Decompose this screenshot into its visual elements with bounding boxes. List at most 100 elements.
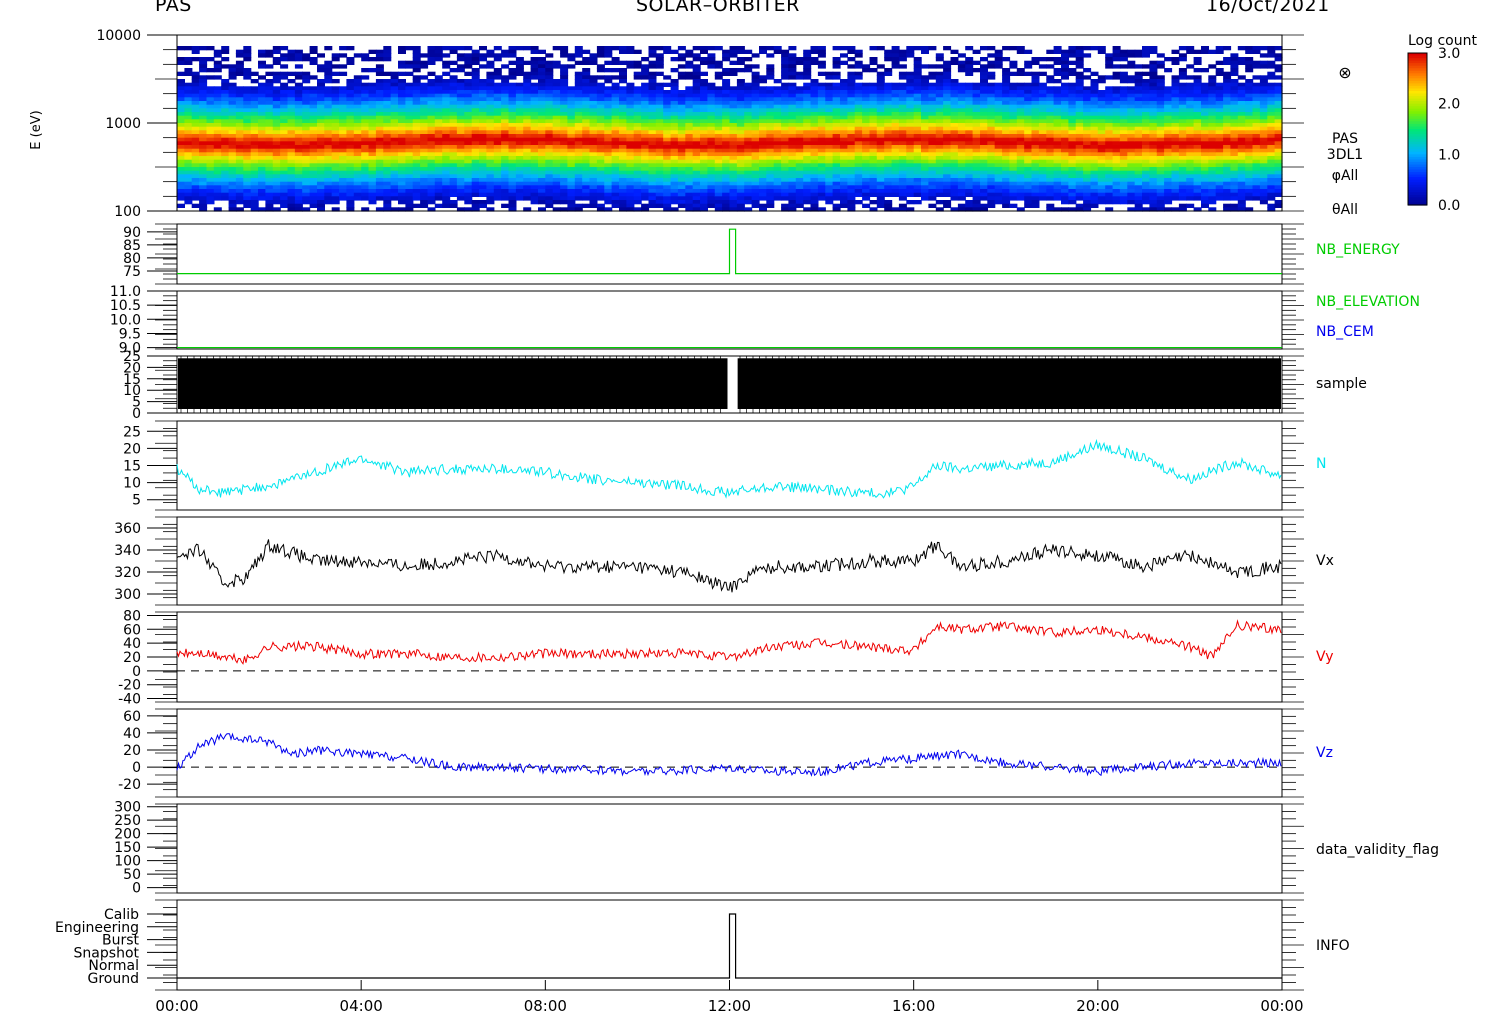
spectrogram-cell (736, 145, 745, 150)
spectrogram-cell (1016, 134, 1025, 139)
spectrogram-cell (1016, 196, 1025, 201)
spectrogram-cell (398, 167, 406, 172)
spectrogram-cell (258, 112, 266, 117)
spectrogram-cell (596, 53, 605, 58)
spectrogram-cell (221, 174, 230, 179)
spectrogram-cell (869, 163, 878, 168)
spectrogram-cell (987, 46, 996, 51)
spectrogram-cell (950, 189, 959, 194)
spectrogram-cell (493, 123, 502, 128)
spectrogram-cell (891, 134, 900, 139)
spectrogram-cell (1002, 152, 1011, 157)
spectrogram-cell (692, 79, 701, 84)
spectrogram-cell (515, 141, 524, 146)
spectrogram-cell (862, 119, 871, 124)
spectrogram-cell (766, 112, 775, 117)
spectrogram-cell (479, 203, 487, 208)
spectrogram-cell (243, 174, 252, 179)
spectrogram-cell (825, 97, 834, 102)
spectrogram-cell (456, 196, 465, 201)
spectrogram-cell (648, 79, 657, 84)
spectrogram-cell (1097, 46, 1106, 51)
spectrogram-cell (729, 178, 738, 183)
spectrogram-cell (1046, 112, 1055, 117)
spectrogram-cell (633, 75, 642, 80)
spectrogram-cell (302, 86, 311, 91)
spectrogram-cell (191, 46, 200, 51)
spectrogram-cell (265, 86, 274, 91)
spectrogram-cell (191, 178, 200, 183)
spectrogram-cell (265, 123, 274, 128)
spectrogram-cell (965, 112, 974, 117)
spectrogram-cell (515, 185, 524, 190)
spectrogram-cell (722, 189, 731, 194)
spectrogram-cell (663, 141, 672, 146)
spectrogram-cell (935, 178, 944, 183)
spectrogram-cell (921, 46, 929, 51)
spectrogram-cell (626, 49, 635, 54)
spectrogram-cell (243, 145, 252, 150)
spectrogram-cell (736, 167, 745, 172)
spectrogram-cell (405, 130, 414, 135)
spectrogram-cell (339, 156, 348, 161)
spectrogram-cell (906, 174, 915, 179)
spectrogram-cell (884, 156, 893, 161)
spectrogram-cell (803, 108, 812, 113)
spectrogram-cell (1002, 90, 1011, 95)
spectrogram-cell (390, 167, 399, 172)
spectrogram-cell (1038, 130, 1047, 135)
spectrogram-cell (980, 68, 988, 73)
spectrogram-cell (434, 79, 443, 84)
spectrogram-cell (781, 167, 790, 172)
spectrogram-cell (456, 156, 465, 161)
spectrogram-cell (766, 68, 775, 73)
spectrogram-cell (670, 112, 679, 117)
spectrogram-cell (736, 141, 745, 146)
spectrogram-cell (604, 200, 613, 205)
spectrogram-cell (427, 108, 436, 113)
spectrogram-cell (1068, 174, 1077, 179)
spectrogram-cell (950, 196, 959, 201)
spectrogram-cell (243, 57, 252, 62)
spectrogram-cell (729, 189, 738, 194)
spectrogram-cell (177, 141, 185, 146)
spectrogram-cell (1068, 189, 1077, 194)
spectrogram-cell (449, 46, 458, 51)
spectrogram-cell (265, 90, 274, 95)
spectrogram-cell (670, 141, 679, 146)
spectrogram-cell (1112, 134, 1121, 139)
spectrogram-cell (854, 200, 863, 205)
spectrogram-cell (530, 174, 539, 179)
spectrogram-cell (177, 112, 185, 117)
spectrogram-cell (331, 86, 340, 91)
spectrogram-cell (508, 46, 517, 51)
spectrogram-cell (294, 152, 303, 157)
spectrogram-cell (1024, 71, 1033, 76)
spectrogram-cell (228, 101, 237, 106)
spectrogram-cell (1009, 167, 1018, 172)
spectrogram-cell (884, 68, 893, 73)
spectrogram-cell (891, 57, 900, 62)
spectrogram-cell (641, 75, 650, 80)
spectrogram-cell (560, 90, 569, 95)
spectrogram-cell (898, 174, 907, 179)
spectrogram-cell (935, 119, 944, 124)
spectrogram-cell (1090, 141, 1099, 146)
spectrogram-cell (847, 196, 856, 201)
spectrogram-cell (383, 167, 392, 172)
spectrogram-cell (184, 101, 193, 106)
spectrogram-cell (810, 101, 819, 106)
spectrogram-cell (980, 90, 988, 95)
spectrogram-cell (545, 145, 554, 150)
spectrogram-cell (501, 203, 510, 208)
spectrogram-cell (1053, 108, 1062, 113)
spectrogram-cell (412, 86, 421, 91)
spectrogram-cell (427, 101, 436, 106)
spectrogram-cell (987, 75, 996, 80)
spectrogram-cell (287, 178, 296, 183)
spectrogram-cell (641, 108, 650, 113)
spectrogram-cell (493, 167, 502, 172)
spectrogram-cell (375, 134, 384, 139)
spectrogram-cell (1016, 112, 1025, 117)
spectrogram-cell (906, 130, 915, 135)
